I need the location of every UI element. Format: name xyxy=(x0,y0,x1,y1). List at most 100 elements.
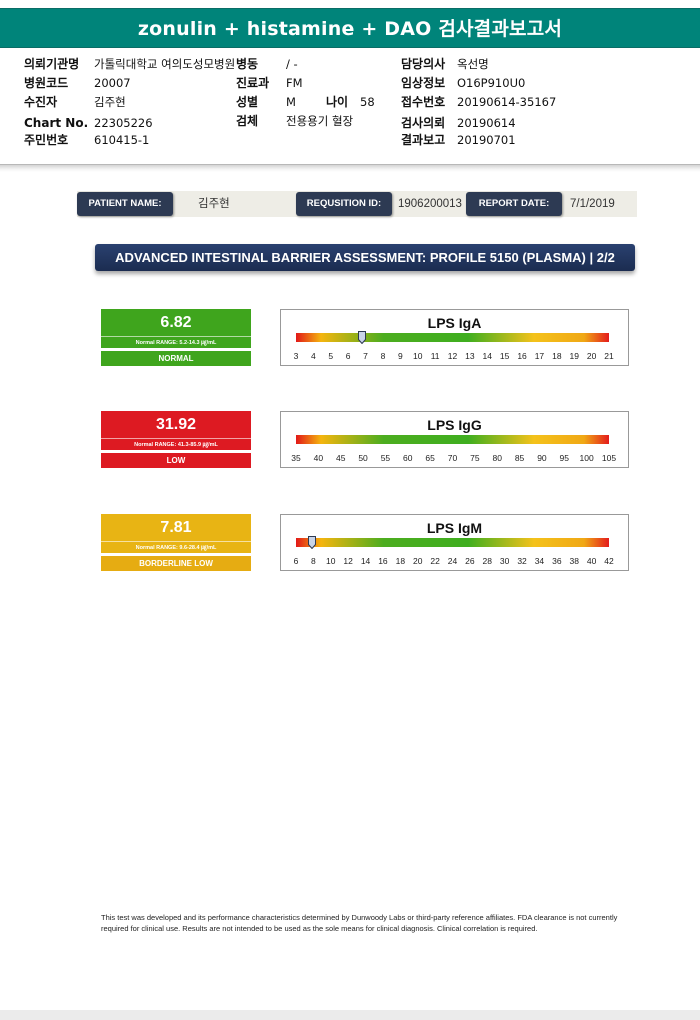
disclaimer-text: This test was developed and its performa… xyxy=(101,913,618,933)
result-iga: 6.82 Normal RANGE: 5.2-14.3 ㎍/mL NORMAL xyxy=(101,309,251,366)
result-range: Normal RANGE: 5.2-14.3 ㎍/mL xyxy=(101,336,251,348)
tick-label: 70 xyxy=(447,453,458,463)
gauge-bar xyxy=(296,538,609,547)
tick-label: 40 xyxy=(313,453,324,463)
tick-label: 13 xyxy=(465,351,475,361)
tick-label: 7 xyxy=(363,351,368,361)
tick-label: 16 xyxy=(378,556,388,566)
tick-label: 80 xyxy=(492,453,502,463)
tick-label: 24 xyxy=(447,556,458,566)
gauge-igg: LPS IgG 35 40 45 50 55 60 65 70 75 80 85 90 95 100 105 xyxy=(280,411,629,468)
report-title: zonulin + histamine + DAO 검사결과보고서 xyxy=(0,8,700,48)
tick-label: 28 xyxy=(482,556,492,566)
tick-label: 100 xyxy=(579,453,594,463)
tick-label: 19 xyxy=(569,351,579,361)
patient-name-value: 김주현 xyxy=(198,198,230,210)
tick-label: 34 xyxy=(534,556,545,566)
section-title: ADVANCED INTESTINAL BARRIER ASSESSMENT: … xyxy=(95,244,635,271)
result-marker-icon xyxy=(307,536,316,549)
page-bottom-strip xyxy=(0,1010,700,1020)
tick-label: 55 xyxy=(380,453,391,463)
info-patient: 수진자 김주현 xyxy=(24,95,126,109)
result-status: NORMAL xyxy=(101,351,251,366)
tick-label: 21 xyxy=(604,351,614,361)
tick-label: 32 xyxy=(517,556,527,566)
tick-label: 36 xyxy=(552,556,562,566)
gauge-ticks: 35 40 45 50 55 60 65 70 75 80 85 90 95 100 105 xyxy=(291,453,616,465)
info-clinical: 임상정보 O16P910U0 xyxy=(401,76,526,90)
info-chart-no: Chart No. 22305226 xyxy=(24,116,153,130)
tick-label: 22 xyxy=(430,556,440,566)
gauge-ticks: 6 8 10 12 14 16 18 20 22 24 26 28 30 32 34 36 38 40 42 xyxy=(293,556,614,568)
header-divider xyxy=(0,164,700,172)
result-marker-icon xyxy=(358,331,367,344)
info-report-date: 결과보고 20190701 xyxy=(401,133,516,147)
info-ward: 병동 / - xyxy=(236,57,298,71)
tick-label: 15 xyxy=(499,351,510,361)
tick-label: 60 xyxy=(403,453,413,463)
requisition-value: 1906200013 xyxy=(398,198,462,210)
tick-label: 5 xyxy=(328,351,334,361)
info-receipt: 접수번호 20190614-35167 xyxy=(401,95,557,109)
tick-label: 4 xyxy=(311,351,316,361)
tick-label: 6 xyxy=(293,556,299,566)
info-department: 진료과 FM xyxy=(236,76,303,90)
tick-label: 45 xyxy=(335,453,346,463)
info-institution: 의뢰기관명 가톨릭대학교 여의도성모병원 xyxy=(24,57,236,71)
tick-label: 10 xyxy=(412,351,423,361)
patient-name-label: PATIENT NAME: xyxy=(77,192,173,216)
tick-label: 8 xyxy=(380,351,386,361)
info-sex: 성별 M xyxy=(236,95,296,109)
tick-label: 9 xyxy=(397,351,403,361)
tick-label: 18 xyxy=(552,351,562,361)
result-value: 7.81 xyxy=(101,514,251,541)
tick-label: 30 xyxy=(499,556,510,566)
gauge-iga: LPS IgA 3 4 5 6 7 8 9 10 11 12 13 14 15 16 17 18 19 20 21 xyxy=(280,309,629,366)
gauge-igm: LPS IgM 6 8 10 12 14 16 18 20 22 24 26 28 30 32 34 36 38… xyxy=(280,514,629,571)
gauge-title: LPS IgA xyxy=(427,315,482,331)
result-value: 31.92 xyxy=(101,411,251,438)
result-range: Normal RANGE: 41.3-85.9 ㎍/mL xyxy=(101,438,251,450)
tick-label: 17 xyxy=(534,351,545,361)
info-doctor: 담당의사 옥선명 xyxy=(401,57,489,71)
gauge-title: LPS IgG xyxy=(427,417,482,433)
tick-label: 14 xyxy=(360,556,371,566)
info-age: 나이 58 xyxy=(326,95,375,109)
tick-label: 50 xyxy=(358,453,368,463)
tick-label: 3 xyxy=(293,351,299,361)
tick-label: 6 xyxy=(345,351,351,361)
result-status: LOW xyxy=(101,453,251,468)
tick-label: 105 xyxy=(601,453,617,463)
tick-label: 85 xyxy=(514,453,525,463)
info-specimen: 검체 전용용기 혈장 xyxy=(236,114,354,128)
tick-label: 18 xyxy=(395,556,406,566)
gauge-bar xyxy=(296,333,609,342)
result-status: BORDERLINE LOW xyxy=(101,556,251,571)
tick-label: 14 xyxy=(482,351,492,361)
requisition-label: REQUSITION ID: xyxy=(296,192,392,216)
tick-label: 11 xyxy=(430,351,440,361)
result-value: 6.82 xyxy=(101,309,251,336)
tick-label: 65 xyxy=(425,453,435,463)
result-range: Normal RANGE: 9.6-28.4 ㎍/mL xyxy=(101,541,251,553)
result-igg: 31.92 Normal RANGE: 41.3-85.9 ㎍/mL LOW xyxy=(101,411,251,468)
tick-label: 12 xyxy=(447,351,458,361)
info-request-date: 검사의뢰 20190614 xyxy=(401,116,516,130)
tick-label: 20 xyxy=(412,556,423,566)
result-igm: 7.81 Normal RANGE: 9.6-28.4 ㎍/mL BORDERL… xyxy=(101,514,251,571)
tick-label: 75 xyxy=(470,453,480,463)
tick-label: 95 xyxy=(559,453,570,463)
report-date-value: 7/1/2019 xyxy=(570,198,615,210)
tick-label: 90 xyxy=(537,453,547,463)
tick-label: 12 xyxy=(343,556,353,566)
gauge-title: LPS IgM xyxy=(426,520,483,536)
gauge-ticks: 3 4 5 6 7 8 9 10 11 12 13 14 15 16 17 18 19 20 21 xyxy=(293,351,614,363)
info-hospital-code: 병원코드 20007 xyxy=(24,76,131,90)
gauge-bar xyxy=(296,435,609,444)
tick-label: 26 xyxy=(465,556,475,566)
tick-label: 10 xyxy=(326,556,336,566)
info-resident-no: 주민번호 610415-1 xyxy=(24,133,150,147)
tick-label: 20 xyxy=(586,351,597,361)
tick-label: 35 xyxy=(291,453,301,463)
tick-label: 16 xyxy=(517,351,527,361)
